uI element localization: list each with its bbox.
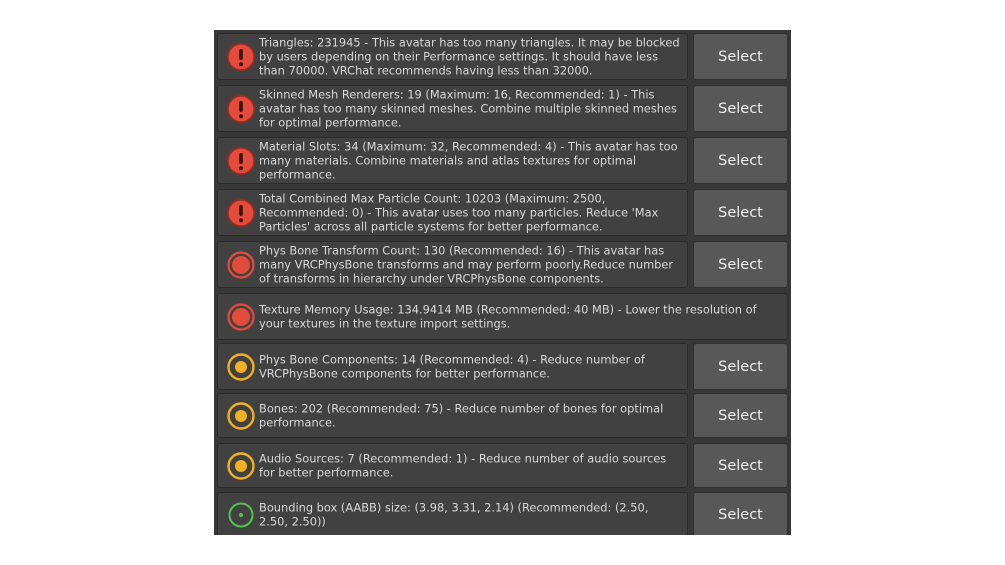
avatar-performance-panel: Triangles: 231945 - This avatar has too … [214,30,791,535]
message-row: Audio Sources: 7 (Recommended: 1) - Redu… [217,443,788,488]
message-box: Skinned Mesh Renderers: 19 (Maximum: 16,… [217,85,688,132]
message-row: Bones: 202 (Recommended: 75) - Reduce nu… [217,393,788,438]
poor-rating-icon [226,302,256,332]
medium-rating-icon [226,401,256,431]
message-box: Material Slots: 34 (Maximum: 32, Recomme… [217,137,688,184]
message-box: Total Combined Max Particle Count: 10203… [217,189,688,236]
message-row: Bounding box (AABB) size: (3.98, 3.31, 2… [217,492,788,535]
message-row: Phys Bone Components: 14 (Recommended: 4… [217,343,788,390]
select-button[interactable]: Select [693,343,788,390]
medium-rating-icon [226,352,256,382]
select-button[interactable]: Select [693,33,788,80]
message-box: Bones: 202 (Recommended: 75) - Reduce nu… [217,393,688,438]
message-row: Material Slots: 34 (Maximum: 32, Recomme… [217,137,788,184]
message-text: Bones: 202 (Recommended: 75) - Reduce nu… [259,401,664,430]
message-text: Triangles: 231945 - This avatar has too … [259,35,680,78]
select-button[interactable]: Select [693,393,788,438]
message-text: Bounding box (AABB) size: (3.98, 3.31, 2… [259,500,649,529]
select-button[interactable]: Select [693,492,788,535]
message-box: Audio Sources: 7 (Recommended: 1) - Redu… [217,443,688,488]
error-exclamation-icon [226,94,256,124]
select-button[interactable]: Select [693,137,788,184]
message-row: Texture Memory Usage: 134.9414 MB (Recom… [217,293,788,340]
message-text: Material Slots: 34 (Maximum: 32, Recomme… [259,139,678,182]
message-box: Texture Memory Usage: 134.9414 MB (Recom… [217,293,788,340]
error-exclamation-icon [226,42,256,72]
message-box: Triangles: 231945 - This avatar has too … [217,33,688,80]
message-text: Phys Bone Components: 14 (Recommended: 4… [259,352,645,381]
message-box: Bounding box (AABB) size: (3.98, 3.31, 2… [217,492,688,535]
message-box: Phys Bone Components: 14 (Recommended: 4… [217,343,688,390]
error-exclamation-icon [226,198,256,228]
message-text: Audio Sources: 7 (Recommended: 1) - Redu… [259,451,667,480]
message-row: Skinned Mesh Renderers: 19 (Maximum: 16,… [217,85,788,132]
message-text: Texture Memory Usage: 134.9414 MB (Recom… [259,302,757,331]
good-rating-icon [226,500,256,530]
message-row: Total Combined Max Particle Count: 10203… [217,189,788,236]
select-button[interactable]: Select [693,85,788,132]
message-row: Triangles: 231945 - This avatar has too … [217,33,788,80]
message-row: Phys Bone Transform Count: 130 (Recommen… [217,241,788,288]
message-text: Phys Bone Transform Count: 130 (Recommen… [259,243,674,286]
select-button[interactable]: Select [693,443,788,488]
select-button[interactable]: Select [693,241,788,288]
message-text: Skinned Mesh Renderers: 19 (Maximum: 16,… [259,87,677,130]
medium-rating-icon [226,451,256,481]
poor-rating-icon [226,250,256,280]
select-button[interactable]: Select [693,189,788,236]
message-box: Phys Bone Transform Count: 130 (Recommen… [217,241,688,288]
message-text: Total Combined Max Particle Count: 10203… [259,191,659,234]
error-exclamation-icon [226,146,256,176]
